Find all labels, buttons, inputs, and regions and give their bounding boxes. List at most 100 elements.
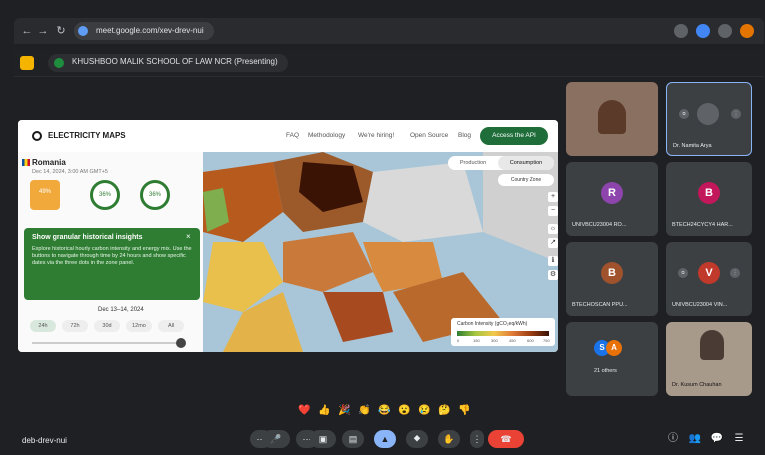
surprised-reaction-icon[interactable]: 😮	[398, 405, 410, 417]
others-count: 21 others	[594, 368, 617, 374]
present-button[interactable]: ▲	[374, 430, 396, 448]
extension-icon[interactable]	[674, 24, 688, 38]
carbon-map[interactable]: Production Consumption Country Zone + − …	[203, 152, 558, 352]
people-icon[interactable]: 👥	[688, 432, 702, 446]
solar-layer-icon[interactable]: ☼	[548, 224, 558, 234]
participant-name: Dr. Kusum Chauhan	[672, 382, 722, 388]
forward-icon[interactable]: →	[36, 24, 50, 38]
emoji-button[interactable]: ⯁	[406, 430, 428, 448]
participant-tile[interactable]: B BTECHOSCAN PPU...	[566, 242, 658, 316]
romania-flag-icon	[22, 159, 30, 166]
insight-text: Explore historical hourly carbon intensi…	[32, 246, 192, 266]
nav-faq[interactable]: FAQ	[286, 132, 299, 139]
participant-name: UNIVBCU23004 VIN...	[672, 302, 728, 308]
thumbs-down-reaction-icon[interactable]: 👎	[458, 405, 470, 417]
legend-tick: 600	[527, 338, 534, 343]
nav-methodology[interactable]: Methodology	[308, 132, 345, 139]
camera-button[interactable]: ▣	[310, 430, 336, 448]
presenting-bar: KHUSHBOO MALIK SCHOOL OF LAW NCR (Presen…	[14, 50, 764, 77]
period-tab-24h[interactable]: 24h	[30, 320, 56, 332]
others-tile[interactable]: S A 21 others	[566, 322, 658, 396]
low-carbon-gauge: 36%	[90, 180, 120, 210]
period-tab-72h[interactable]: 72h	[62, 320, 88, 332]
mic-off-icon: ⦸	[679, 109, 689, 119]
site-info-icon[interactable]	[78, 26, 88, 36]
presenter-title: KHUSHBOO MALIK SCHOOL OF LAW NCR (Presen…	[72, 57, 278, 66]
legend-title: Carbon Intensity (gCO₂eq/kWh)	[457, 321, 528, 327]
time-slider-track[interactable]	[32, 342, 182, 344]
close-icon[interactable]: ×	[186, 232, 191, 241]
sad-reaction-icon[interactable]: 😢	[418, 405, 430, 417]
participant-tile-video[interactable]	[566, 82, 658, 156]
legend-tick: 450	[509, 338, 516, 343]
period-tab-30d[interactable]: 30d	[94, 320, 120, 332]
country-zone-selector[interactable]: Country Zone	[498, 174, 554, 186]
insight-title: Show granular historical insights	[32, 234, 143, 241]
legend-tick: 750	[543, 338, 550, 343]
more-options-icon[interactable]: ⋮	[730, 268, 740, 278]
nav-blog[interactable]: Blog	[458, 132, 471, 139]
account-avatar-icon[interactable]	[740, 24, 754, 38]
thumbs-up-reaction-icon[interactable]: 👍	[318, 405, 330, 417]
avatar: B	[601, 262, 623, 284]
nav-open-source[interactable]: Open Source	[410, 132, 448, 139]
participant-tile[interactable]: R UNIVBCU23004 RO...	[566, 162, 658, 236]
period-tab-all[interactable]: All	[158, 320, 184, 332]
participant-name: UNIVBCU23004 RO...	[572, 222, 627, 228]
participant-video-silhouette	[700, 330, 724, 360]
participant-tile[interactable]: ⦸ ⋮ Dr. Namita Arya	[666, 82, 752, 156]
insight-tooltip: Show granular historical insights × Expl…	[24, 228, 200, 300]
clap-reaction-icon[interactable]: 👏	[358, 405, 370, 417]
chat-icon[interactable]: 💬	[710, 432, 724, 446]
microphone-button[interactable]: 🎤	[262, 430, 290, 448]
menu-icon[interactable]	[718, 24, 732, 38]
avatar: A	[606, 340, 622, 356]
leave-call-button[interactable]: ☎	[488, 430, 524, 448]
heart-reaction-icon[interactable]: ❤️	[298, 405, 310, 417]
legend-tick: 150	[473, 338, 480, 343]
participant-tile-video[interactable]: Dr. Kusum Chauhan	[666, 322, 752, 396]
thinking-reaction-icon[interactable]: 🤔	[438, 405, 450, 417]
zoom-out-icon[interactable]: −	[548, 206, 558, 216]
back-icon[interactable]: ←	[20, 24, 34, 38]
electricitymaps-logo-icon	[32, 131, 42, 141]
zone-datetime: Dec 14, 2024, 3:00 AM GMT+5	[32, 169, 108, 175]
legend-tick: 300	[491, 338, 498, 343]
date-range: Dec 13–14, 2024	[98, 307, 144, 313]
renewable-gauge: 36%	[140, 180, 170, 210]
activities-icon[interactable]: ☰	[732, 432, 746, 446]
laugh-reaction-icon[interactable]: 😂	[378, 405, 390, 417]
more-options-icon[interactable]: ⋮	[731, 109, 741, 119]
party-reaction-icon[interactable]: 🎉	[338, 405, 350, 417]
participant-tile[interactable]: B BTECH24CYCY4 HAR...	[666, 162, 752, 236]
shared-screen: ELECTRICITY MAPS FAQ Methodology We're h…	[18, 120, 558, 352]
production-option[interactable]: Production	[448, 156, 498, 170]
consumption-option[interactable]: Consumption	[498, 156, 554, 170]
settings-icon[interactable]: ⚙	[548, 270, 558, 280]
zoom-in-icon[interactable]: +	[548, 192, 558, 202]
access-api-button[interactable]: Access the API	[480, 127, 548, 145]
profile-icon[interactable]	[696, 24, 710, 38]
raise-hand-button[interactable]: ✋	[438, 430, 460, 448]
production-consumption-toggle[interactable]: Production Consumption	[448, 156, 554, 170]
period-tab-12mo[interactable]: 12mo	[126, 320, 152, 332]
electricitymaps-logo[interactable]: ELECTRICITY MAPS	[48, 131, 126, 140]
captions-button[interactable]: ▤	[342, 430, 364, 448]
avatar: R	[601, 182, 623, 204]
meeting-details-icon[interactable]: ⓘ	[666, 432, 680, 446]
legend-tick: 0	[457, 338, 460, 343]
participant-video-silhouette	[598, 100, 626, 134]
reload-icon[interactable]: ↻	[54, 24, 68, 38]
meeting-code: deb-drev-nui	[22, 436, 67, 445]
participant-name: BTECH24CYCY4 HAR...	[672, 222, 733, 228]
address-bar[interactable]: meet.google.com/xev-drev-nui	[74, 22, 214, 40]
participant-tile[interactable]: V ⦸ ⋮ UNIVBCU23004 VIN...	[666, 242, 752, 316]
avatar: V	[698, 262, 720, 284]
nav-hiring[interactable]: We're hiring!	[358, 132, 394, 139]
more-options-button[interactable]: ⋮	[470, 430, 484, 448]
info-icon[interactable]: ℹ	[548, 256, 558, 266]
time-slider-handle[interactable]	[176, 338, 186, 348]
participant-name: Dr. Namita Arya	[673, 143, 712, 149]
wind-layer-icon[interactable]: ↗	[548, 238, 558, 248]
avatar: B	[698, 182, 720, 204]
